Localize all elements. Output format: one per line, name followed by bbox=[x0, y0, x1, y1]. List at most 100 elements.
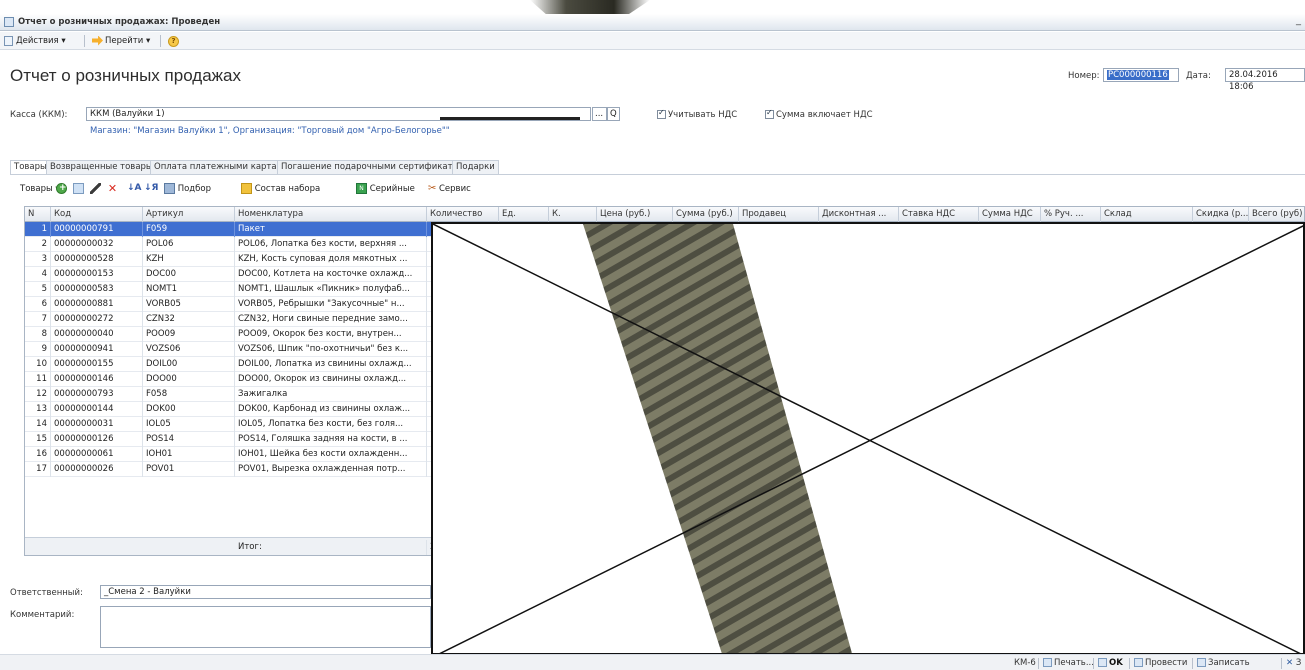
ok-button[interactable]: OK bbox=[1098, 658, 1123, 670]
goto-label: Перейти bbox=[105, 36, 144, 46]
table-cell-name: DOC00, Котлета на косточке охлажд... bbox=[235, 267, 427, 282]
close-button[interactable]: ✕ З bbox=[1286, 658, 1301, 670]
km6-button[interactable]: КМ-6 bbox=[1014, 658, 1036, 670]
date-label: Дата: bbox=[1186, 71, 1211, 81]
column-header[interactable]: Ед. bbox=[499, 207, 549, 222]
save-button[interactable]: Записать bbox=[1197, 658, 1250, 670]
column-header[interactable]: Скидка (р... bbox=[1193, 207, 1249, 222]
table-cell-name: DOK00, Карбонад из свинины охлаж... bbox=[235, 402, 427, 417]
actions-icon bbox=[4, 35, 13, 46]
actions-menu[interactable]: Действия ▾ bbox=[4, 35, 66, 48]
table-cell-name: POO09, Окорок без кости, внутрен... bbox=[235, 327, 427, 342]
ok-label: OK bbox=[1109, 658, 1123, 668]
page-title: Отчет о розничных продажах bbox=[10, 66, 241, 85]
edit-row-button[interactable] bbox=[90, 183, 101, 196]
post-icon bbox=[1134, 658, 1143, 667]
table-cell-n: 1 bbox=[25, 222, 51, 237]
table-cell-name: CZN32, Ноги свиные передние замо... bbox=[235, 312, 427, 327]
post-button[interactable]: Провести bbox=[1134, 658, 1187, 670]
cash-open-button[interactable]: Q bbox=[607, 107, 620, 121]
table-cell-art: DOIL00 bbox=[143, 357, 235, 372]
table-cell-name: KZH, Кость суповая доля мякотных ... bbox=[235, 252, 427, 267]
help-button[interactable]: ? bbox=[168, 35, 179, 48]
serial-button[interactable]: N Серийные bbox=[356, 183, 415, 196]
table-cell-n: 4 bbox=[25, 267, 51, 282]
column-header[interactable]: Склад bbox=[1101, 207, 1193, 222]
column-header[interactable]: Артикул bbox=[143, 207, 235, 222]
sort-desc-button[interactable]: ↓Я bbox=[144, 183, 158, 196]
table-cell-code: 00000000583 bbox=[51, 282, 143, 297]
vat-account-checkbox[interactable]: Учитывать НДС bbox=[657, 108, 737, 120]
watermark-graphic bbox=[433, 224, 1303, 653]
tab-card-payment[interactable]: Оплата платежными картами bbox=[150, 160, 293, 174]
table-cell-name: DOIL00, Лопатка из свинины охлажд... bbox=[235, 357, 427, 372]
table-cell-art: VOZS06 bbox=[143, 342, 235, 357]
goto-menu[interactable]: Перейти ▾ bbox=[92, 35, 150, 48]
ok-icon bbox=[1098, 658, 1107, 667]
table-cell-code: 00000000040 bbox=[51, 327, 143, 342]
actions-label: Действия bbox=[16, 36, 59, 46]
number-field[interactable]: РС000000116 bbox=[1103, 68, 1179, 82]
help-icon: ? bbox=[168, 36, 179, 47]
column-header[interactable]: Код bbox=[51, 207, 143, 222]
tab-goods[interactable]: Товары bbox=[10, 160, 51, 175]
table-cell-code: 00000000144 bbox=[51, 402, 143, 417]
command-bar: Действия ▾ Перейти ▾ ? bbox=[0, 32, 1305, 50]
table-cell-art: IOH01 bbox=[143, 447, 235, 462]
cash-select-button[interactable]: ... bbox=[592, 107, 607, 121]
comment-label: Комментарий: bbox=[10, 610, 75, 620]
number-value: РС000000116 bbox=[1107, 70, 1169, 80]
serial-icon: N bbox=[356, 183, 367, 194]
table-cell-code: 00000000941 bbox=[51, 342, 143, 357]
pencil-icon bbox=[90, 183, 101, 194]
comment-field[interactable] bbox=[100, 606, 431, 648]
table-cell-n: 13 bbox=[25, 402, 51, 417]
table-cell-n: 10 bbox=[25, 357, 51, 372]
pick-label: Подбор bbox=[177, 184, 212, 194]
service-label: Сервис bbox=[439, 184, 471, 194]
table-cell-art: DOC00 bbox=[143, 267, 235, 282]
tab-gift-certificates[interactable]: Погашение подарочными сертификатами bbox=[277, 160, 474, 174]
tab-returned[interactable]: Возвращенные товары bbox=[46, 160, 157, 174]
close-label: З bbox=[1295, 658, 1302, 668]
table-cell-n: 14 bbox=[25, 417, 51, 432]
pick-button[interactable]: Подбор bbox=[164, 183, 211, 196]
column-header[interactable]: Всего (руб) bbox=[1249, 207, 1304, 222]
table-cell-name: Пакет bbox=[235, 222, 427, 237]
sort-asc-button[interactable]: ↓A bbox=[127, 183, 142, 196]
column-header[interactable]: Продавец bbox=[739, 207, 819, 222]
goods-menu-button[interactable]: Товары ▾ bbox=[20, 183, 60, 196]
column-header[interactable]: Сумма (руб.) bbox=[673, 207, 739, 222]
table-cell-n: 9 bbox=[25, 342, 51, 357]
minimize-icon[interactable]: _ bbox=[1296, 15, 1301, 26]
table-cell-name: NOMT1, Шашлык «Пикник» полуфаб... bbox=[235, 282, 427, 297]
column-header[interactable]: Сумма НДС bbox=[979, 207, 1041, 222]
column-header[interactable]: Цена (руб.) bbox=[597, 207, 673, 222]
tab-gifts[interactable]: Подарки bbox=[452, 160, 499, 174]
copy-row-button[interactable] bbox=[73, 183, 84, 196]
separator bbox=[160, 35, 161, 47]
goods-toolbar: Товары ▾ ✕ ↓A ↓Я Подбор Состав набора N … bbox=[16, 181, 1305, 197]
table-cell-n: 5 bbox=[25, 282, 51, 297]
vat-included-checkbox[interactable]: Сумма включает НДС bbox=[765, 108, 873, 120]
serial-label: Серийные bbox=[369, 184, 415, 194]
column-header[interactable]: Количество bbox=[427, 207, 499, 222]
add-row-button[interactable] bbox=[56, 182, 67, 196]
responsible-field[interactable]: _Смена 2 - Валуйки bbox=[100, 585, 431, 599]
date-field[interactable]: 28.04.2016 18:06 bbox=[1225, 68, 1305, 92]
set-composition-button[interactable]: Состав набора bbox=[241, 183, 320, 196]
copy-icon bbox=[73, 183, 84, 194]
service-button[interactable]: ✂ Сервис bbox=[428, 183, 471, 196]
column-header[interactable]: Ставка НДС bbox=[899, 207, 979, 222]
responsible-label: Ответственный: bbox=[10, 588, 83, 598]
column-header[interactable]: К. bbox=[549, 207, 597, 222]
column-header[interactable]: Дисконтная ... bbox=[819, 207, 899, 222]
set-label: Состав набора bbox=[254, 184, 321, 194]
delete-row-button[interactable]: ✕ bbox=[107, 183, 118, 196]
table-cell-code: 00000000061 bbox=[51, 447, 143, 462]
print-button[interactable]: Печать... bbox=[1043, 658, 1094, 670]
column-header[interactable]: Номенклатура bbox=[235, 207, 427, 222]
column-header[interactable]: N bbox=[25, 207, 51, 222]
printer-icon bbox=[1043, 658, 1052, 667]
column-header[interactable]: % Руч. ... bbox=[1041, 207, 1101, 222]
